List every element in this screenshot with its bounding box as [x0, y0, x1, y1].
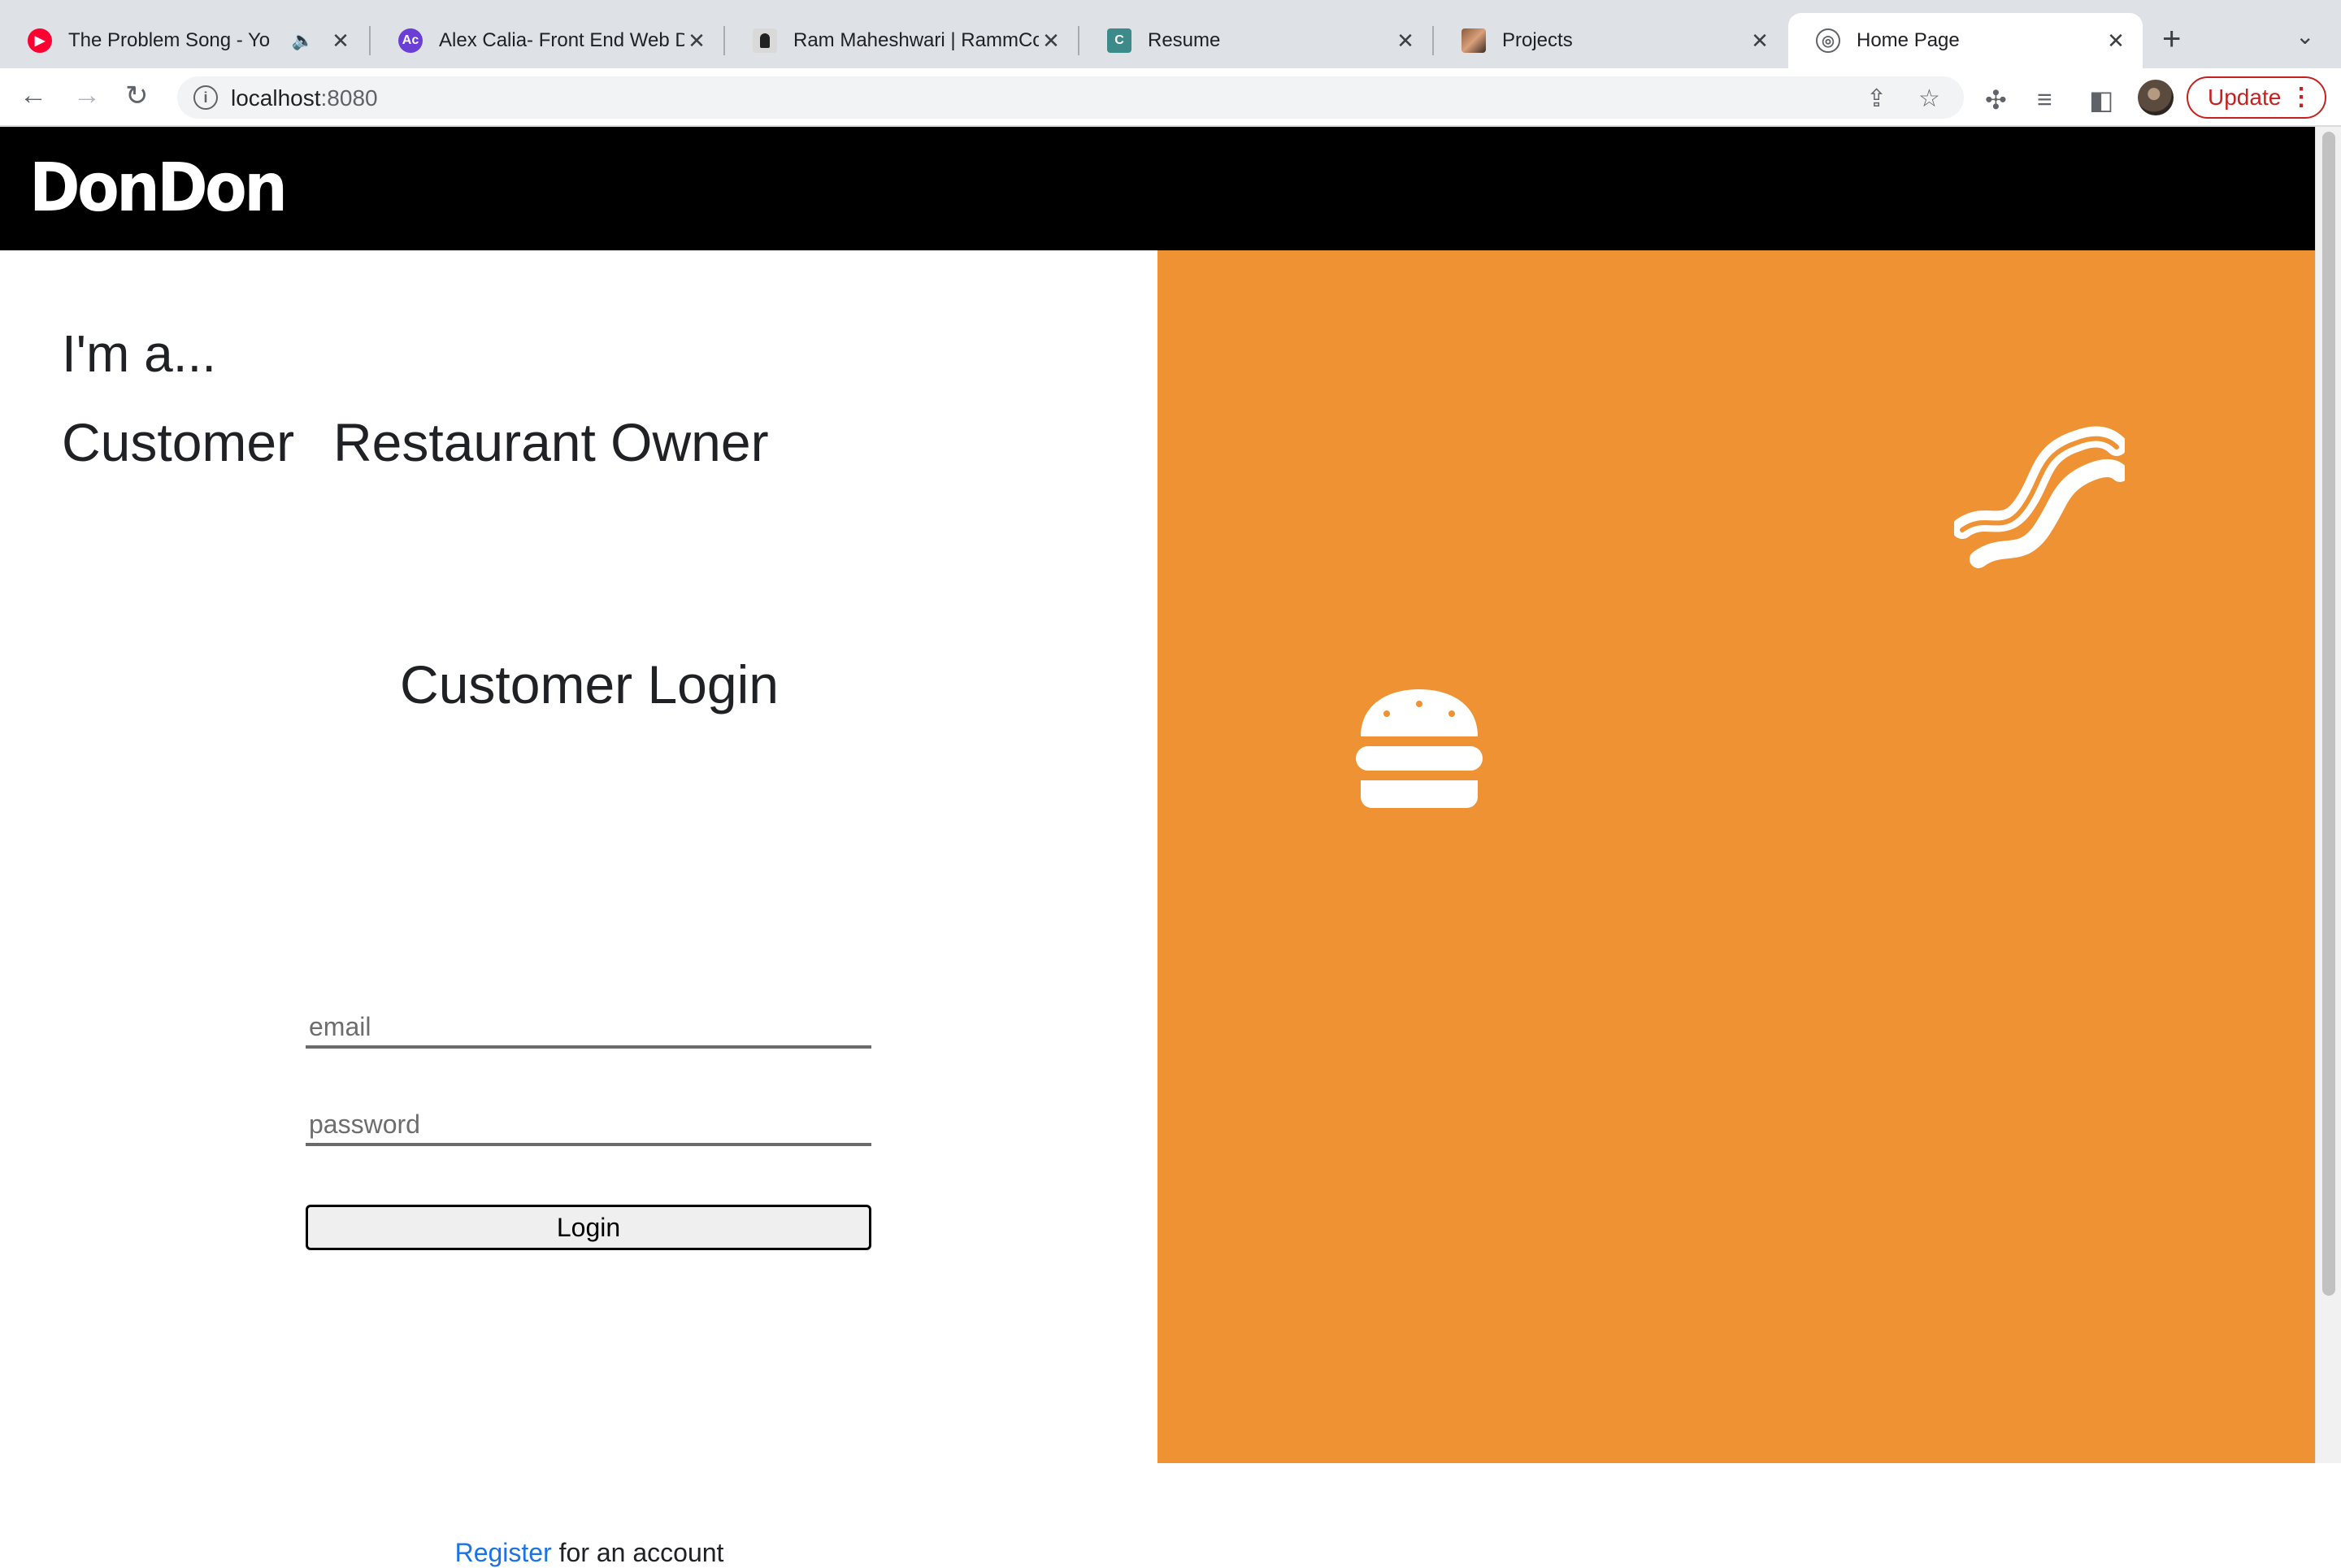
forward-arrow-icon[interactable]: → — [73, 80, 101, 111]
food-illustration-panel — [1157, 250, 2315, 1463]
site-header: DonDon — [0, 127, 2315, 250]
close-icon[interactable]: ✕ — [328, 28, 353, 54]
bacon-icon — [1954, 426, 2125, 568]
login-title: Customer Login — [400, 654, 779, 715]
tab-ram-maheshwari[interactable]: Ram Maheshwari | RammCo ✕ — [725, 13, 1078, 68]
youtube-music-icon: ▶ — [28, 28, 52, 53]
extensions-puzzle-icon[interactable]: ✣ — [1985, 85, 2007, 115]
register-link[interactable]: Register — [455, 1538, 552, 1567]
register-row: Register for an account — [0, 1538, 1179, 1568]
url-host: localhost — [231, 85, 321, 111]
site-info-icon[interactable]: i — [193, 85, 218, 110]
update-button[interactable]: Update ⋮ — [2187, 76, 2326, 119]
login-button[interactable]: Login — [306, 1205, 871, 1250]
close-icon[interactable]: ✕ — [1039, 28, 1063, 54]
close-icon[interactable]: ✕ — [684, 28, 709, 54]
page-scrollbar[interactable] — [2315, 127, 2341, 1463]
password-field[interactable] — [306, 1105, 871, 1146]
tab-title: Ram Maheshwari | RammCo — [793, 29, 1039, 51]
browser-toolbar: ← → ↻ i localhost:8080 ⇪ ☆ ✣ ≡ ◧ Update … — [0, 68, 2341, 127]
reload-icon[interactable]: ↻ — [125, 80, 149, 112]
scrollbar-thumb[interactable] — [2322, 132, 2335, 1296]
new-tab-button[interactable]: + — [2162, 21, 2181, 58]
tab-home-page[interactable]: ◎ Home Page ✕ — [1788, 13, 2143, 68]
address-bar[interactable]: i localhost:8080 ⇪ ☆ — [177, 76, 1964, 119]
register-rest-text: for an account — [551, 1538, 724, 1567]
side-panel-icon[interactable]: ◧ — [2089, 85, 2113, 115]
browser-tab-strip: ▶ The Problem Song - Yo 🔈 ✕ Ac Alex Cali… — [0, 0, 2341, 68]
avatar[interactable] — [2138, 80, 2174, 115]
back-arrow-icon[interactable]: ← — [20, 80, 47, 111]
ac-icon: Ac — [398, 28, 423, 53]
bookmark-star-icon[interactable]: ☆ — [1918, 85, 1940, 113]
url-port: :8080 — [320, 85, 378, 111]
tab-title: The Problem Song - Yo — [68, 29, 271, 51]
role-restaurant-owner[interactable]: Restaurant Owner — [333, 411, 769, 473]
url-text[interactable]: localhost:8080 — [231, 85, 378, 111]
site-logo[interactable]: DonDon — [29, 150, 288, 227]
more-vert-icon: ⋮ — [2289, 84, 2313, 111]
tab-alex-calia[interactable]: Ac Alex Calia- Front End Web D ✕ — [371, 13, 723, 68]
update-label: Update — [2208, 85, 2282, 110]
login-panel: I'm a... Customer Restaurant Owner Custo… — [0, 250, 1157, 1567]
close-icon[interactable]: ✕ — [2104, 28, 2128, 54]
speaker-icon[interactable]: 🔈 — [292, 30, 314, 51]
media-queue-icon[interactable]: ≡ — [2037, 85, 2052, 115]
email-field[interactable] — [306, 1008, 871, 1049]
share-icon[interactable]: ⇪ — [1866, 85, 1887, 113]
portrait-icon — [753, 28, 777, 53]
c-icon: C — [1107, 28, 1131, 53]
tab-title: Alex Calia- Front End Web D — [439, 29, 684, 51]
tab-projects[interactable]: Projects ✕ — [1434, 13, 1787, 68]
role-prompt: I'm a... — [62, 324, 217, 383]
tab-problem-song[interactable]: ▶ The Problem Song - Yo 🔈 ✕ — [0, 13, 367, 68]
close-icon[interactable]: ✕ — [1393, 28, 1418, 54]
globe-icon: ◎ — [1816, 28, 1840, 53]
burger-icon — [1356, 689, 1483, 808]
photo-icon — [1461, 28, 1486, 53]
tab-resume[interactable]: C Resume ✕ — [1079, 13, 1432, 68]
web-page: DonDon I'm a... Customer Restaurant Owne… — [0, 127, 2341, 1567]
tab-search-chevron-icon[interactable]: ⌄ — [2295, 23, 2314, 50]
tab-title: Projects — [1502, 29, 1573, 51]
close-icon[interactable]: ✕ — [1748, 28, 1772, 54]
tab-title: Home Page — [1857, 29, 1960, 51]
role-customer[interactable]: Customer — [62, 411, 294, 473]
rice-bowl-icon — [1957, 1458, 2099, 1463]
tab-title: Resume — [1148, 29, 1221, 51]
